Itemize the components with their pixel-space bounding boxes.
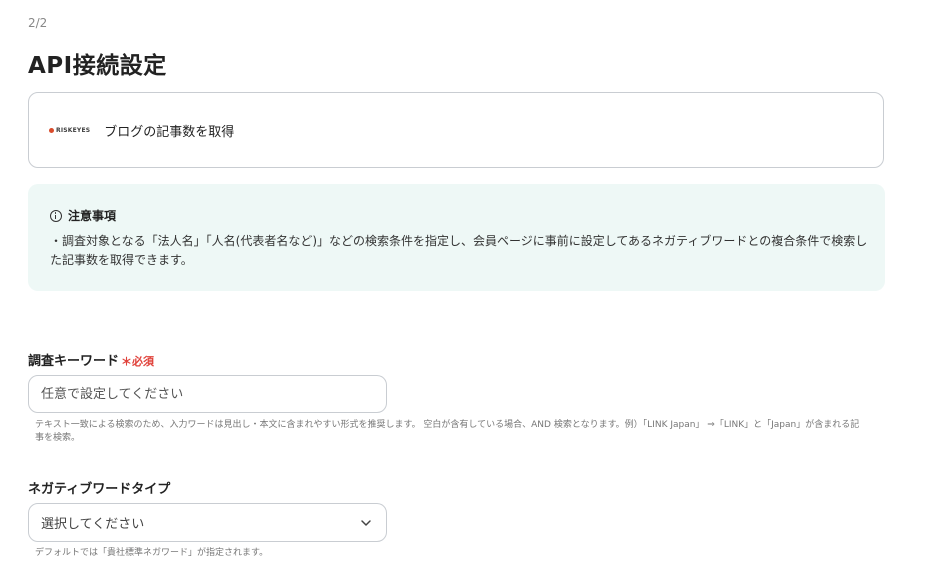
notice-heading: 注意事項: [68, 209, 117, 223]
notice-body: ・調査対象となる「法人名」「人名(代表者名など)」などの検索条件を指定し、会員ペ…: [50, 234, 868, 267]
keyword-input[interactable]: [28, 375, 387, 413]
logo-mark-icon: [49, 127, 54, 133]
keyword-help-text: テキスト一致による検索のため、入力ワードは見出し・本文に含まれやすい形式を推奨し…: [35, 420, 860, 443]
notice-header: 注意事項: [50, 207, 863, 224]
keyword-label: 調査キーワード ＊必須: [28, 350, 154, 369]
page-title: API接続設定: [28, 53, 167, 79]
riskeyes-logo: RISKEYES: [49, 127, 90, 134]
notice-box: 注意事項 ・調査対象となる「法人名」「人名(代表者名など)」などの検索条件を指定…: [28, 184, 885, 291]
step-indicator: 2/2: [28, 16, 48, 30]
info-circle-icon: [50, 209, 62, 222]
required-badge: ＊必須: [121, 355, 155, 368]
negative-type-select[interactable]: 選択してください: [28, 503, 387, 542]
negative-type-selected-value: 選択してください: [41, 517, 145, 532]
action-label: ブログの記事数を取得: [104, 124, 235, 140]
keyword-label-text: 調査キーワード: [28, 354, 120, 369]
logo-text: RISKEYES: [56, 126, 91, 134]
app-action-card: RISKEYES ブログの記事数を取得: [28, 92, 884, 168]
chevron-down-icon: [361, 520, 371, 526]
negative-type-help-text: デフォルトでは「貴社標準ネガワード」が指定されます。: [35, 548, 269, 558]
negative-type-label: ネガティブワードタイプ: [28, 482, 171, 497]
